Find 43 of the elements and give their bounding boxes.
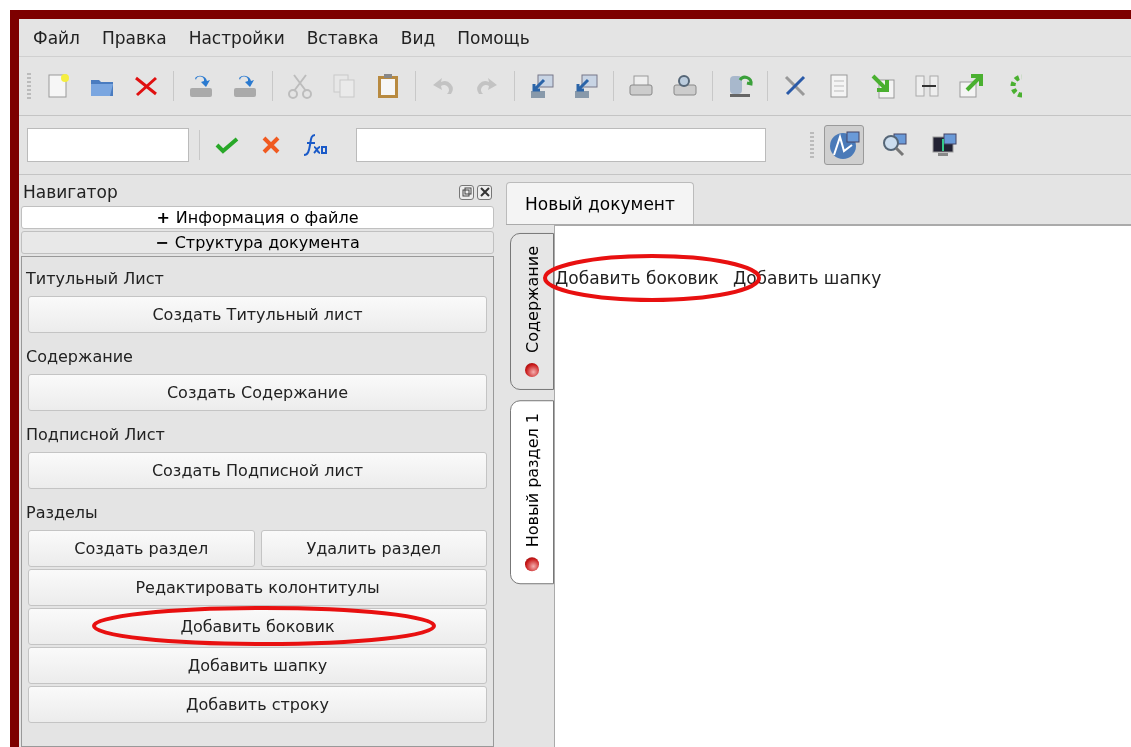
- group-label: Содержание: [26, 346, 134, 368]
- search-icon: [880, 131, 908, 159]
- monitor-icon: [930, 131, 958, 159]
- status-dot-icon: [525, 557, 539, 572]
- action-button[interactable]: Создать Подписной лист: [28, 452, 487, 489]
- menu-item[interactable]: Вид: [400, 27, 436, 48]
- globe-icon: [828, 129, 860, 161]
- scissors-icon: [286, 72, 314, 100]
- content-text: Добавить боковик: [555, 268, 719, 288]
- action-button[interactable]: Редактировать колонтитулы: [28, 569, 487, 606]
- menu-item[interactable]: Правка: [101, 27, 167, 48]
- menu-item[interactable]: Помощь: [457, 27, 530, 48]
- window-arrow-icon: [528, 72, 556, 100]
- window-arrow-icon: [572, 72, 600, 100]
- action-button[interactable]: Создать Титульный лист: [28, 296, 487, 333]
- menu-item[interactable]: Настройки: [188, 27, 285, 48]
- close-button[interactable]: [477, 184, 492, 200]
- section-header[interactable]: + Информация о файле: [21, 206, 494, 229]
- group-label: Титульный Лист: [26, 268, 165, 290]
- side-tab[interactable]: Содержание: [510, 233, 554, 390]
- group-label: Разделы: [26, 502, 99, 524]
- menu-item[interactable]: Файл: [33, 27, 80, 48]
- section-header[interactable]: − Структура документа: [21, 231, 494, 254]
- function-icon: [301, 131, 329, 159]
- copy-icon: [330, 72, 358, 100]
- action-button[interactable]: Добавить шапку: [28, 647, 487, 684]
- action-button[interactable]: Создать Содержание: [28, 374, 487, 411]
- action-button[interactable]: Добавить строку: [28, 686, 487, 723]
- document-tab[interactable]: Новый документ: [506, 182, 694, 224]
- float-icon: [461, 187, 472, 197]
- action-button[interactable]: Создать раздел: [28, 530, 255, 567]
- side-tab[interactable]: Новый раздел 1: [510, 399, 554, 585]
- status-dot-icon: [525, 362, 539, 377]
- close-icon: [479, 187, 490, 197]
- export-icon: [957, 72, 985, 100]
- menu-item[interactable]: Вставка: [306, 27, 379, 48]
- formula-field[interactable]: [356, 128, 766, 162]
- group-label: Подписной Лист: [26, 424, 166, 446]
- float-button[interactable]: [459, 184, 474, 200]
- action-button[interactable]: Удалить раздел: [260, 530, 487, 567]
- page-arrow-icon: [869, 72, 897, 100]
- panel-title: Навигатор: [23, 182, 118, 202]
- cell-name-field[interactable]: [27, 128, 189, 162]
